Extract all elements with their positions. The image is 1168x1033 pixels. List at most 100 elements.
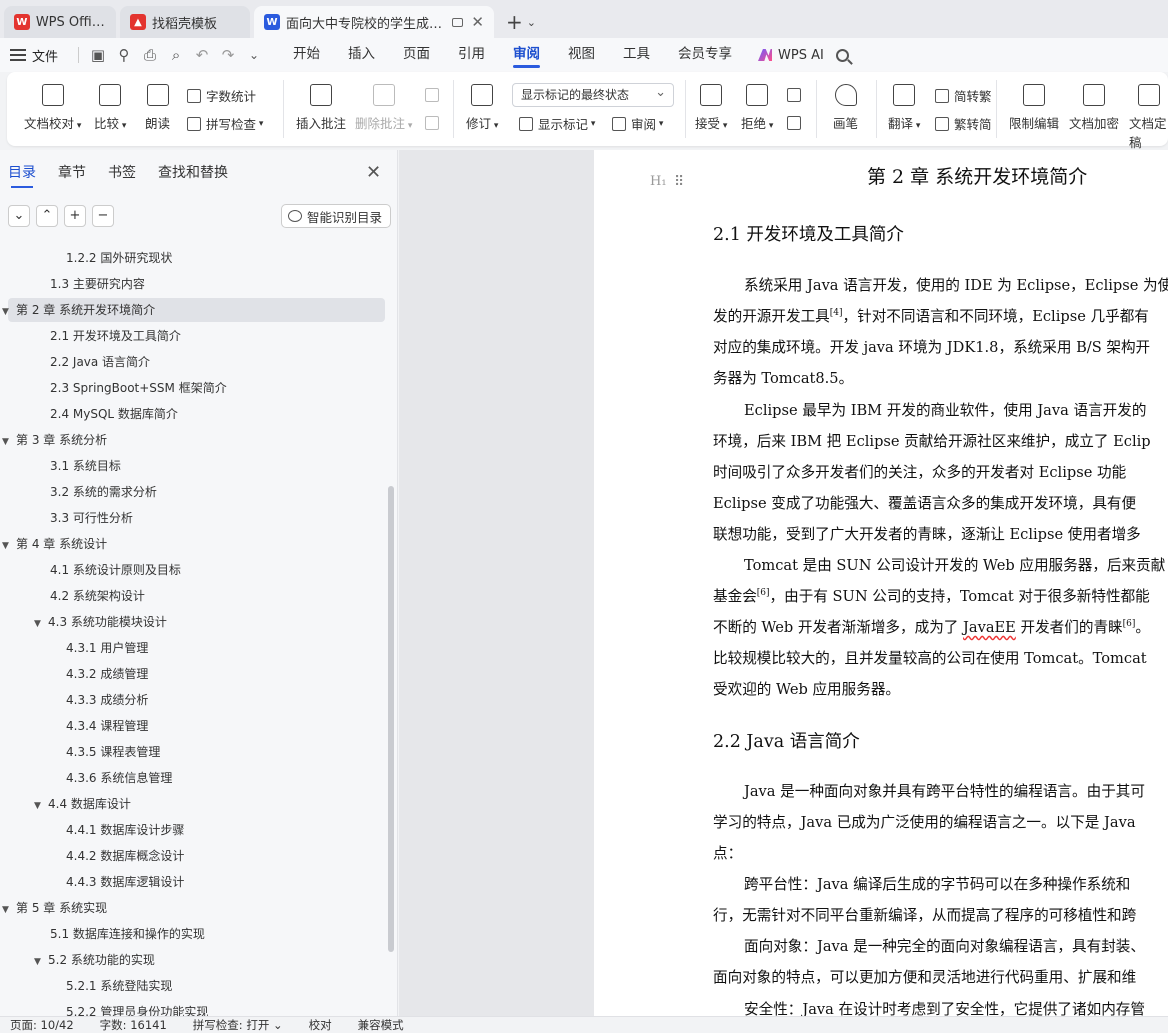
scrollbar[interactable] [388, 486, 394, 952]
share-icon[interactable]: ⚲ [111, 46, 137, 64]
navigation-pane: 目录 章节 书签 查找和替换 ✕ ⌄ ⌃ + − 智能识别目录 1.2.2 国外… [0, 150, 398, 1016]
tab-bookmarks[interactable]: 书签 [108, 162, 136, 188]
compare-icon [99, 84, 122, 106]
tab-find-replace[interactable]: 查找和替换 [158, 162, 228, 188]
expand-arrow-icon[interactable]: ▼ [34, 950, 48, 974]
chevron-down-icon[interactable]: ⌄ [241, 48, 267, 62]
prev-change-button[interactable] [787, 88, 806, 102]
word-count-icon [187, 88, 201, 103]
smart-toc-button[interactable]: 智能识别目录 [281, 204, 392, 228]
proof-status[interactable]: 校对 [309, 1017, 332, 1033]
toc-item-label: 第 4 章 系统设计 [16, 537, 108, 551]
finalize-button[interactable]: 文档定稿 [1129, 84, 1168, 151]
wps-ai-button[interactable]: WPS AI [758, 48, 824, 63]
read-aloud-button[interactable]: 朗读 [145, 84, 170, 132]
insert-comment-button[interactable]: 插入批注 [296, 84, 346, 132]
tab-home[interactable]: 开始 [279, 38, 334, 72]
close-icon[interactable]: ✕ [471, 13, 484, 31]
prev-comment-button[interactable] [425, 88, 444, 102]
toc-item-label: 第 5 章 系统实现 [16, 901, 108, 915]
document-page[interactable]: H₁ ⠿ 第 2 章 系统开发环境简介 2.1 开发环境及工具简介 系统采用 J… [594, 150, 1168, 1016]
tab-label: 找稻壳模板 [152, 16, 218, 32]
traditional-to-simplified-button[interactable]: 繁转简 [935, 114, 992, 133]
print-preview-icon[interactable]: ⌕ [163, 46, 189, 64]
reject-icon [746, 84, 769, 106]
hamburger-icon[interactable] [10, 49, 26, 61]
tab-view[interactable]: 视图 [554, 38, 609, 72]
section-heading: 2.1 开发环境及工具简介 [713, 225, 904, 245]
expand-arrow-icon[interactable]: ▼ [2, 534, 16, 558]
track-changes-button[interactable]: 修订 [466, 84, 498, 132]
reject-button[interactable]: 拒绝 [741, 84, 773, 132]
writer-logo-icon: W [264, 14, 280, 30]
review-pane-button[interactable]: 审阅 ▾ [612, 114, 663, 133]
tab-review[interactable]: 审阅 [499, 38, 554, 72]
delete-comment-button[interactable]: 删除批注 [355, 84, 412, 132]
heading-marker-icon[interactable]: H₁ [650, 174, 667, 189]
plus-icon[interactable]: + [64, 205, 86, 227]
next-change-button[interactable] [787, 116, 806, 130]
tab-wps-office[interactable]: W WPS Office [4, 6, 116, 38]
expand-arrow-icon[interactable]: ▼ [2, 898, 16, 922]
word-count-button[interactable]: 字数统计 [187, 86, 256, 105]
accept-button[interactable]: 接受 [695, 84, 727, 132]
tab-template[interactable]: ▲ 找稻壳模板 [120, 6, 250, 38]
tab-member[interactable]: 会员专享 [664, 38, 746, 72]
page-indicator[interactable]: 页面: 10/42 [10, 1017, 74, 1033]
compat-mode: 兼容模式 [357, 1018, 404, 1032]
print-icon[interactable]: ⎙ [137, 46, 163, 64]
toc-item-label: 2.4 MySQL 数据库简介 [50, 407, 178, 421]
toc-item-label: 4.3.2 成绩管理 [66, 667, 149, 681]
encrypt-document-icon [1083, 84, 1105, 106]
tab-label: 面向大中专院校的学生成绩管 [286, 16, 446, 32]
proofread-icon [41, 84, 64, 106]
tab-references[interactable]: 引用 [444, 38, 499, 72]
spell-check-button[interactable]: 拼写检查 ▾ [187, 114, 263, 133]
toc-item-label: 4.3.3 成绩分析 [66, 693, 149, 707]
nav-tabs: 目录 章节 书签 查找和替换 [8, 162, 250, 188]
save-icon[interactable]: ▣ [85, 46, 111, 64]
proofread-button[interactable]: 文档校对 [24, 84, 81, 132]
restrict-edit-button[interactable]: 限制编辑 [1009, 84, 1059, 132]
next-comment-button[interactable] [425, 116, 444, 130]
show-markup-button[interactable]: 显示标记 ▾ [519, 114, 595, 133]
redo-icon[interactable]: ↷ [215, 46, 241, 64]
search-icon[interactable] [835, 48, 849, 62]
simplified-to-traditional-button[interactable]: 简转繁 [935, 86, 992, 105]
undo-icon[interactable]: ↶ [189, 46, 215, 64]
chevron-up-icon[interactable]: ⌃ [36, 205, 58, 227]
wps-ai-icon [758, 49, 773, 61]
paragraph-line: 环境，后来 IBM 把 Eclipse 贡献给开源社区来维护，成立了 Eclip [713, 433, 1151, 450]
chevron-down-icon[interactable]: ⌄ [8, 205, 30, 227]
markup-state-select[interactable]: 显示标记的最终状态 [512, 82, 674, 107]
close-icon[interactable]: ✕ [366, 162, 381, 183]
toc-item-label: 4.3.5 课程表管理 [66, 745, 161, 759]
screen-icon[interactable] [452, 17, 463, 27]
toc-item-label: 4.3 系统功能模块设计 [48, 615, 167, 629]
toc-item-label: 5.1 数据库连接和操作的实现 [50, 927, 205, 941]
file-menu[interactable]: 文件 [32, 46, 58, 65]
spelling-error[interactable]: JavaEE [963, 619, 1016, 636]
review-ribbon: 文档校对 比较 朗读 字数统计 拼写检查 ▾ 插入批注 删除批注 修订 显示标记… [7, 72, 1168, 150]
tab-label: WPS Office [35, 14, 106, 30]
tab-document[interactable]: W 面向大中专院校的学生成绩管 ✕ [254, 6, 494, 38]
word-count[interactable]: 字数: 16141 [100, 1017, 167, 1033]
tab-tools[interactable]: 工具 [609, 38, 664, 72]
translate-button[interactable]: 翻译 [888, 84, 920, 132]
tab-chapters[interactable]: 章节 [58, 162, 86, 188]
new-tab-button[interactable]: + ⌄ [498, 6, 544, 38]
expand-arrow-icon[interactable]: ▼ [2, 300, 16, 324]
compare-button[interactable]: 比较 [94, 84, 126, 132]
ink-button[interactable]: 画笔 [833, 84, 858, 132]
spell-check-status[interactable]: 拼写检查: 打开 ⌄ [193, 1017, 283, 1033]
expand-arrow-icon[interactable]: ▼ [2, 430, 16, 454]
tab-page[interactable]: 页面 [389, 38, 444, 72]
minus-icon[interactable]: − [92, 205, 114, 227]
expand-arrow-icon[interactable]: ▼ [34, 794, 48, 818]
tab-insert[interactable]: 插入 [334, 38, 389, 72]
drag-handle-icon[interactable]: ⠿ [674, 174, 684, 190]
toc-item[interactable]: ▼ 第 2 章 系统开发环境简介 [2, 298, 385, 322]
encrypt-button[interactable]: 文档加密 [1069, 84, 1119, 132]
expand-arrow-icon[interactable]: ▼ [34, 612, 48, 636]
tab-toc[interactable]: 目录 [8, 162, 36, 188]
